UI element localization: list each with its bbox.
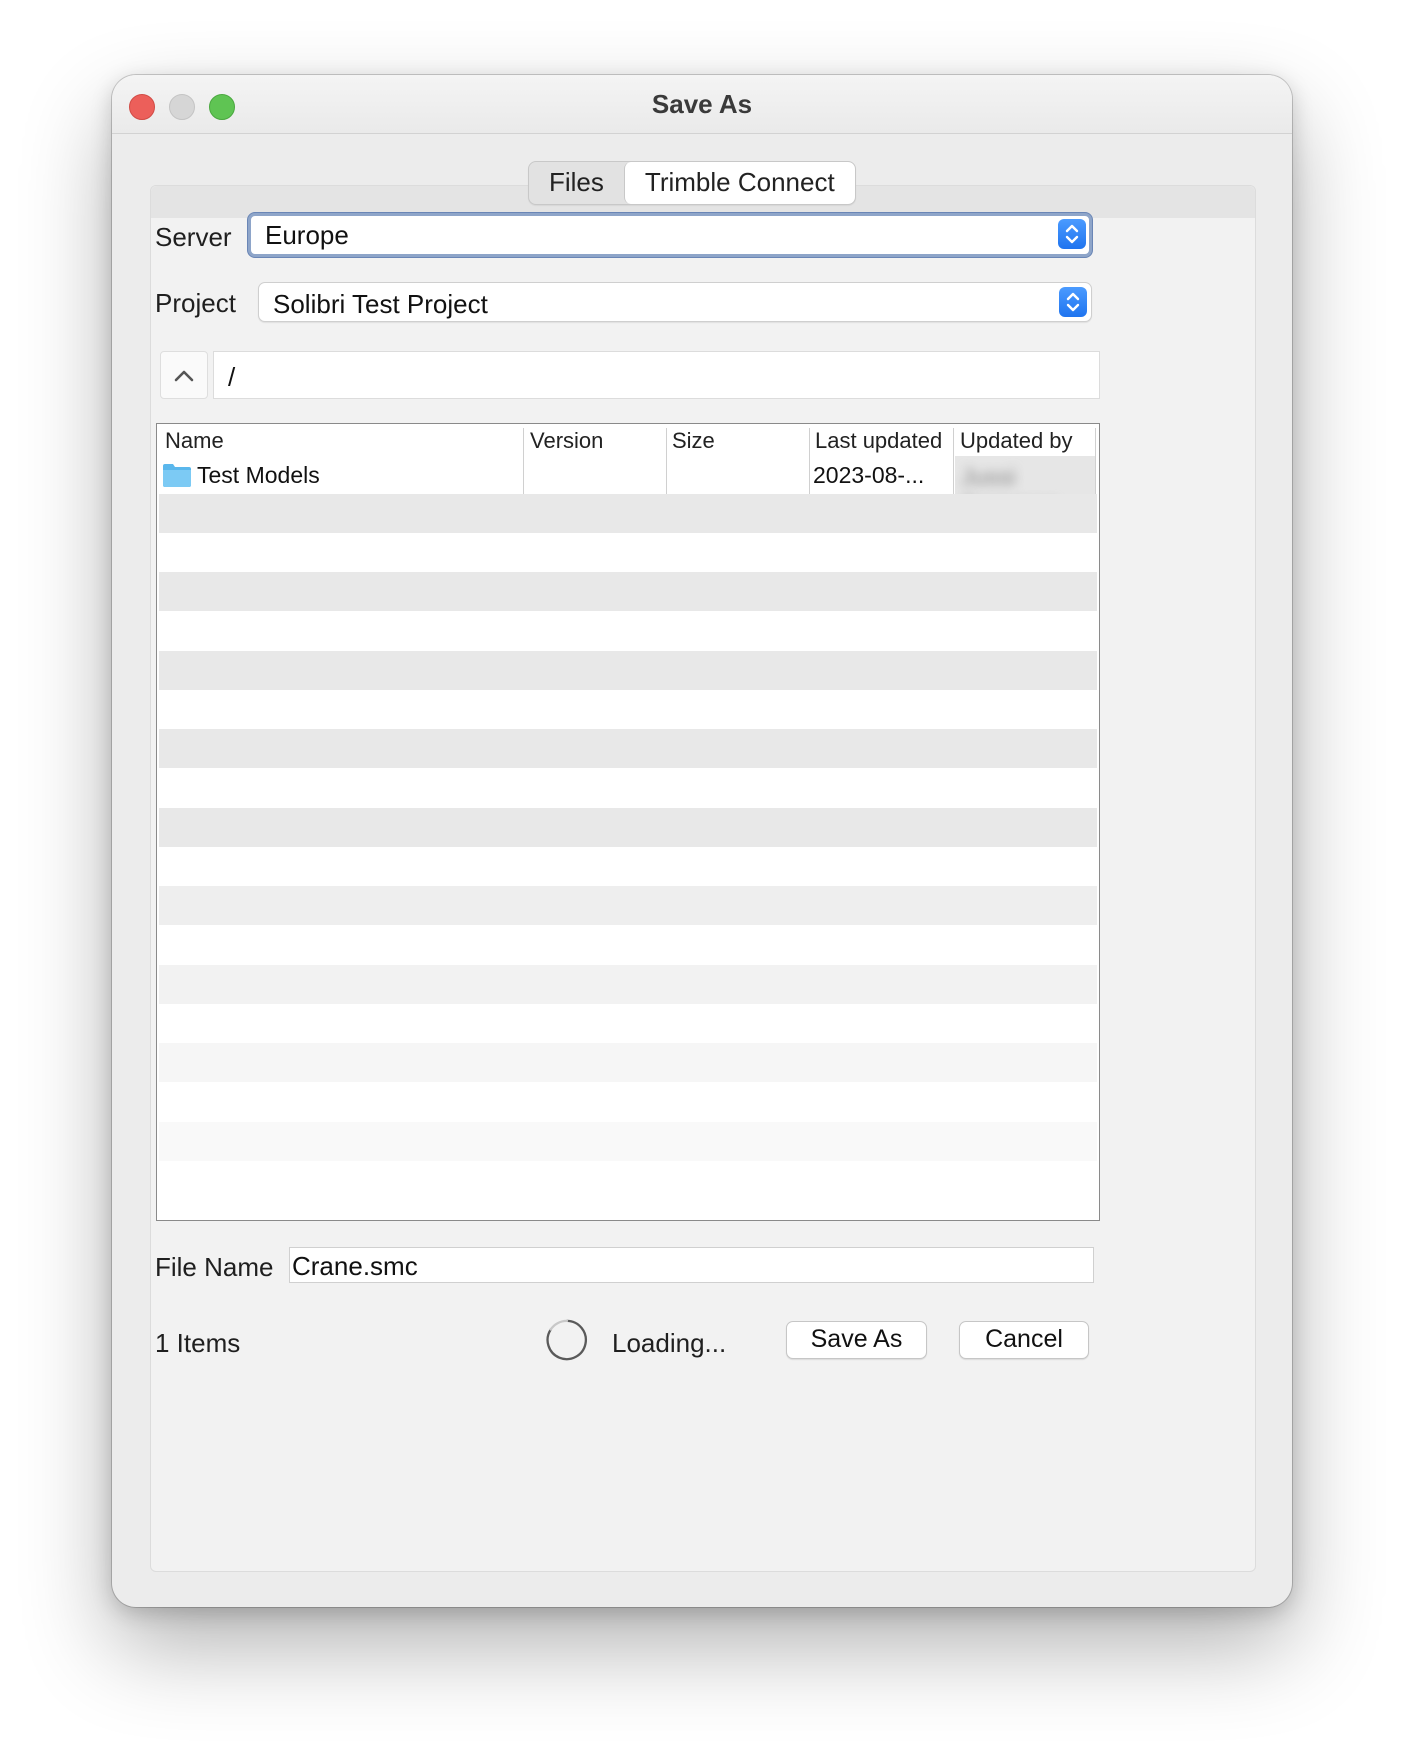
loading-text: Loading... bbox=[612, 1328, 727, 1358]
server-select[interactable]: Europe bbox=[248, 213, 1092, 257]
save-as-button[interactable]: Save As bbox=[786, 1321, 927, 1359]
column-header-size[interactable]: Size bbox=[672, 428, 715, 454]
title-bar: Save As bbox=[112, 75, 1292, 134]
item-count: 1 Items bbox=[155, 1328, 241, 1358]
row-name: Test Models bbox=[197, 462, 320, 488]
tab-files[interactable]: Files bbox=[529, 162, 624, 204]
column-header-last-updated[interactable]: Last updated bbox=[815, 428, 942, 454]
cancel-button[interactable]: Cancel bbox=[959, 1321, 1089, 1359]
table-header: Name Version Size Last updated Updated b… bbox=[157, 424, 1099, 458]
file-name-input[interactable]: Crane.smc bbox=[289, 1247, 1094, 1283]
select-stepper-icon bbox=[1058, 219, 1086, 249]
server-select-value: Europe bbox=[265, 220, 349, 250]
parent-folder-button[interactable] bbox=[160, 351, 208, 399]
table-row[interactable]: Test Models 2023-08-... Jussi Saramaa bbox=[159, 456, 1095, 494]
column-header-version[interactable]: Version bbox=[530, 428, 603, 454]
project-select-value: Solibri Test Project bbox=[273, 289, 488, 319]
chevron-up-icon bbox=[174, 370, 194, 382]
file-name-label: File Name bbox=[155, 1252, 274, 1282]
project-label: Project bbox=[155, 288, 236, 318]
row-updated-by-redacted: Jussi Saramaa bbox=[955, 456, 1095, 494]
project-select[interactable]: Solibri Test Project bbox=[258, 282, 1092, 322]
row-last-updated: 2023-08-... bbox=[813, 462, 925, 488]
file-name-value: Crane.smc bbox=[292, 1251, 418, 1281]
column-header-updated-by[interactable]: Updated by bbox=[960, 428, 1073, 454]
folder-icon bbox=[163, 464, 191, 487]
window-title: Save As bbox=[651, 89, 753, 119]
select-stepper-icon bbox=[1059, 287, 1087, 317]
column-header-name[interactable]: Name bbox=[165, 428, 224, 454]
loading-spinner-icon bbox=[546, 1319, 587, 1361]
path-input[interactable]: / bbox=[213, 351, 1100, 399]
source-tabs: Files Trimble Connect bbox=[528, 161, 856, 205]
server-label: Server bbox=[155, 222, 232, 252]
file-table: Name Version Size Last updated Updated b… bbox=[156, 423, 1100, 1221]
tab-trimble-connect[interactable]: Trimble Connect bbox=[623, 162, 855, 204]
path-value: / bbox=[228, 362, 236, 392]
